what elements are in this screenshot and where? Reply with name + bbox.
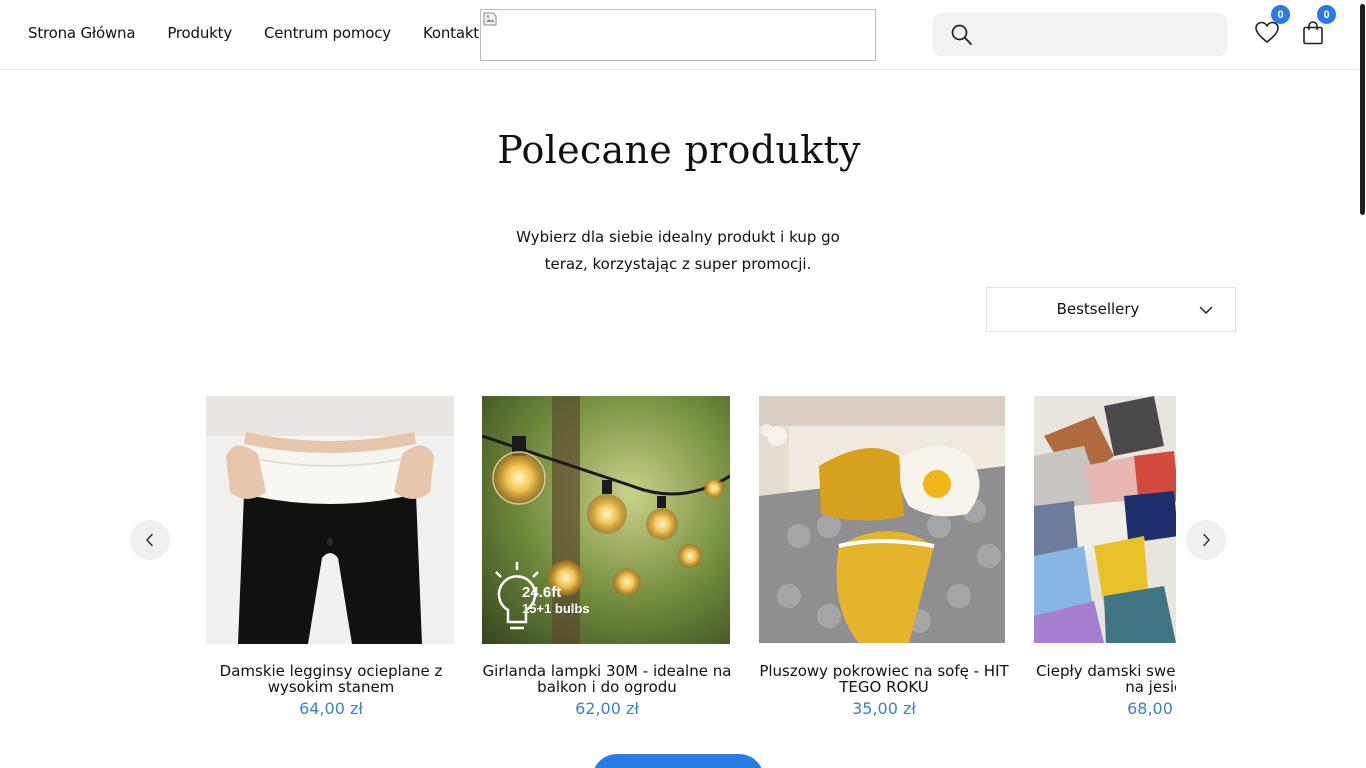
product-image[interactable]: 24.6ft 15+1 bulbs xyxy=(482,396,730,644)
site-header: Strona Główna Produkty Centrum pomocy Ko… xyxy=(0,0,1358,70)
nav-link-contact[interactable]: Kontakt xyxy=(423,24,479,42)
product-price: 35,00 zł xyxy=(852,699,916,718)
image-caption-length: 24.6ft xyxy=(522,584,561,601)
main-nav: Strona Główna Produkty Centrum pomocy Ko… xyxy=(28,24,479,42)
product-card[interactable]: Damskie legginsy ocieplane z wysokim sta… xyxy=(206,396,456,718)
section-title: Polecane produkty xyxy=(497,128,861,172)
search-input[interactable] xyxy=(982,21,1212,48)
logo-image-broken[interactable] xyxy=(480,9,876,61)
product-card[interactable]: Pluszowy pokrowiec na sofę - HIT TEGO RO… xyxy=(759,396,1009,718)
broken-image-icon xyxy=(483,12,497,26)
scrollbar-thumb[interactable] xyxy=(1360,4,1365,215)
product-name[interactable]: Damskie legginsy ocieplane z wysokim sta… xyxy=(206,663,456,695)
nav-link-help-center[interactable]: Centrum pomocy xyxy=(264,24,391,42)
shopping-bag-icon xyxy=(1303,21,1323,45)
carousel-prev-button[interactable] xyxy=(130,520,170,560)
page-scrollbar[interactable] xyxy=(1358,0,1366,768)
sort-select[interactable]: Bestsellery xyxy=(986,287,1236,332)
product-name[interactable]: Ciepły damski sweter z kaszmiru na jesie… xyxy=(1034,663,1176,695)
search-icon xyxy=(951,24,972,45)
nav-link-home[interactable]: Strona Główna xyxy=(28,24,136,42)
carousel-next-button[interactable] xyxy=(1186,520,1226,560)
product-carousel: Damskie legginsy ocieplane z wysokim sta… xyxy=(205,396,1176,726)
chevron-down-icon xyxy=(1199,306,1213,314)
wishlist-button[interactable]: 0 xyxy=(1254,5,1290,46)
image-caption-bulbs: 15+1 bulbs xyxy=(522,601,590,616)
cart-button[interactable]: 0 xyxy=(1300,5,1336,46)
heart-icon xyxy=(1255,21,1279,43)
section-subtitle: Wybierz dla siebie idealny produkt i kup… xyxy=(516,228,840,273)
product-name[interactable]: Pluszowy pokrowiec na sofę - HIT TEGO RO… xyxy=(759,663,1009,695)
product-name[interactable]: Girlanda lampki 30M - idealne na balkon … xyxy=(482,663,732,695)
chevron-left-icon xyxy=(146,533,153,547)
product-image[interactable] xyxy=(1034,396,1176,644)
product-card[interactable]: 24.6ft 15+1 bulbs Girlanda lampki 30M - … xyxy=(482,396,732,718)
search-box[interactable] xyxy=(932,13,1228,56)
sort-selected-value: Bestsellery xyxy=(1056,300,1140,318)
wishlist-count-badge: 0 xyxy=(1271,5,1290,24)
see-more-button[interactable] xyxy=(592,754,764,768)
cart-count-badge: 0 xyxy=(1317,5,1336,24)
product-price: 62,00 zł xyxy=(575,699,639,718)
product-image[interactable] xyxy=(759,396,1007,644)
nav-link-products[interactable]: Produkty xyxy=(167,24,232,42)
chevron-right-icon xyxy=(1203,533,1210,547)
product-card[interactable]: Ciepły damski sweter z kaszmiru na jesie… xyxy=(1034,396,1176,718)
product-price: 64,00 zł xyxy=(299,699,363,718)
product-price: 68,00 zł xyxy=(1127,699,1176,718)
product-image[interactable] xyxy=(206,396,454,644)
